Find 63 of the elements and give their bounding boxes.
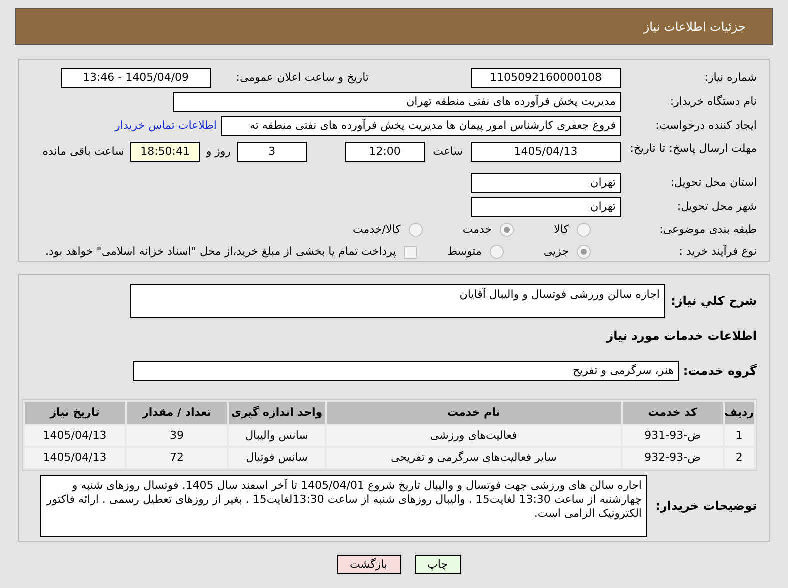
column-header: تعداد / مقدار (127, 402, 227, 424)
table-cell: سانس فوتبال (229, 448, 325, 468)
table-cell: 39 (127, 426, 227, 446)
print-button[interactable]: چاپ (414, 555, 462, 574)
field-label: تاریخ و ساعت اعلان عمومی: (235, 70, 369, 86)
field-label: ایجاد کننده درخواست: (654, 118, 757, 134)
remaining-time-field[interactable]: 18:50:41 (130, 142, 200, 162)
service-group-field[interactable]: هنر، سرگرمی و تفریح (133, 361, 679, 381)
radio-button[interactable] (490, 245, 504, 259)
table-cell: ض-93-931 (622, 426, 723, 446)
payment-checkbox[interactable] (404, 246, 418, 258)
radio-label: جزیی (544, 244, 569, 260)
field-label: گروه خدمت: (682, 363, 757, 380)
need-number-field[interactable]: 1105092160000108 (471, 68, 621, 88)
column-header: واحد اندازه گیری (229, 402, 325, 424)
field-label: شهر محل تحویل: (676, 198, 757, 215)
radio-label: کالا/خدمت (353, 222, 401, 238)
column-header: ردیف (724, 402, 754, 424)
section-title: اطلاعات خدمات مورد نیاز (605, 328, 757, 345)
payment-label: پرداخت تمام یا بخشی از مبلغ خرید،از محل "اسناد خزانه اسلامی" خواهد بود. (46, 244, 396, 260)
radio-label: خدمت (462, 222, 492, 238)
radio-label: کالا (554, 222, 569, 238)
days-label: روز و (206, 144, 232, 160)
city-field[interactable]: تهران (471, 197, 621, 217)
table-cell: 72 (127, 448, 227, 468)
buyer-org-field[interactable]: مدیریت پخش فرآورده های نفتی منطقه تهران (173, 92, 621, 112)
radio-button[interactable] (577, 223, 591, 237)
table-cell: ض-93-932 (622, 448, 723, 468)
radio-button[interactable] (500, 223, 514, 237)
notes-textarea[interactable]: اجاره سالن های ورزشی جهت فوتسال و والیبال تاریخ شروع 1405/04/01 تا آخر اسفند سال 1405. فوتسال روزهای شنبه و چهارشنبه از ساعت 13:30 لغایت15 . والیبال روزهای شنبه از ساعت 13:30لغایت15 . بغیر از روزهای تعطیل رسمی . ارائه فاکتور الکترونیک الزامی است. (40, 475, 647, 537)
column-header: نام خدمت (327, 402, 621, 424)
radio-label: متوسط (447, 244, 482, 260)
field-label: استان محل تحویل: (670, 174, 757, 191)
description-textarea[interactable]: اجاره سالن ورزشی فوتسال و والیبال آقایان (130, 284, 665, 318)
field-label: طبقه بندی موضوعی: (658, 222, 757, 238)
back-button[interactable]: بازگشت (336, 555, 401, 574)
table-cell: 2 (724, 448, 754, 468)
days-field[interactable]: 3 (237, 142, 308, 162)
announce-date-field[interactable]: 1405/04/09 - 13:46 (61, 68, 211, 88)
field-label: نوع فرآیند خرید : (678, 244, 757, 260)
remaining-label: ساعت باقی مانده (42, 144, 124, 160)
creator-field[interactable]: فروغ جعفری کارشناس امور پیمان ها مدیریت پخش فرآورده های نفتی منطقه ته (221, 116, 621, 136)
radio-button[interactable] (408, 223, 423, 237)
radio-button[interactable] (577, 245, 591, 259)
table-cell: سانس والیبال (229, 426, 325, 446)
province-field[interactable]: تهران (471, 173, 621, 193)
field-label: مهلت ارسال پاسخ: تا تاریخ: (629, 142, 757, 156)
deadline-time-field[interactable]: 12:00 (345, 142, 426, 162)
time-label: ساعت (433, 144, 463, 160)
table-cell: 1405/04/13 (25, 426, 125, 446)
buyer-contact-link[interactable]: اطلاعات تماس خریدار (115, 118, 217, 134)
field-label: شماره نیاز: (704, 70, 757, 86)
page-title: جزئیات اطلاعات نیاز (644, 18, 746, 36)
table-cell: 1 (724, 426, 754, 446)
field-label: توضیحات خریدار: (654, 498, 757, 515)
field-label: نام دستگاه خریدار: (669, 94, 757, 110)
table-cell: 1405/04/13 (25, 448, 125, 468)
field-label: شرح کلي نیاز: (670, 293, 757, 310)
column-header: تاریخ نیاز (25, 402, 125, 424)
table-cell: سایر فعالیت‌های سرگرمی و تفریحی (327, 448, 621, 468)
table-cell: فعالیت‌های ورزشی (327, 426, 621, 446)
deadline-date-field[interactable]: 1405/04/13 (471, 142, 621, 162)
column-header: کد خدمت (622, 402, 723, 424)
